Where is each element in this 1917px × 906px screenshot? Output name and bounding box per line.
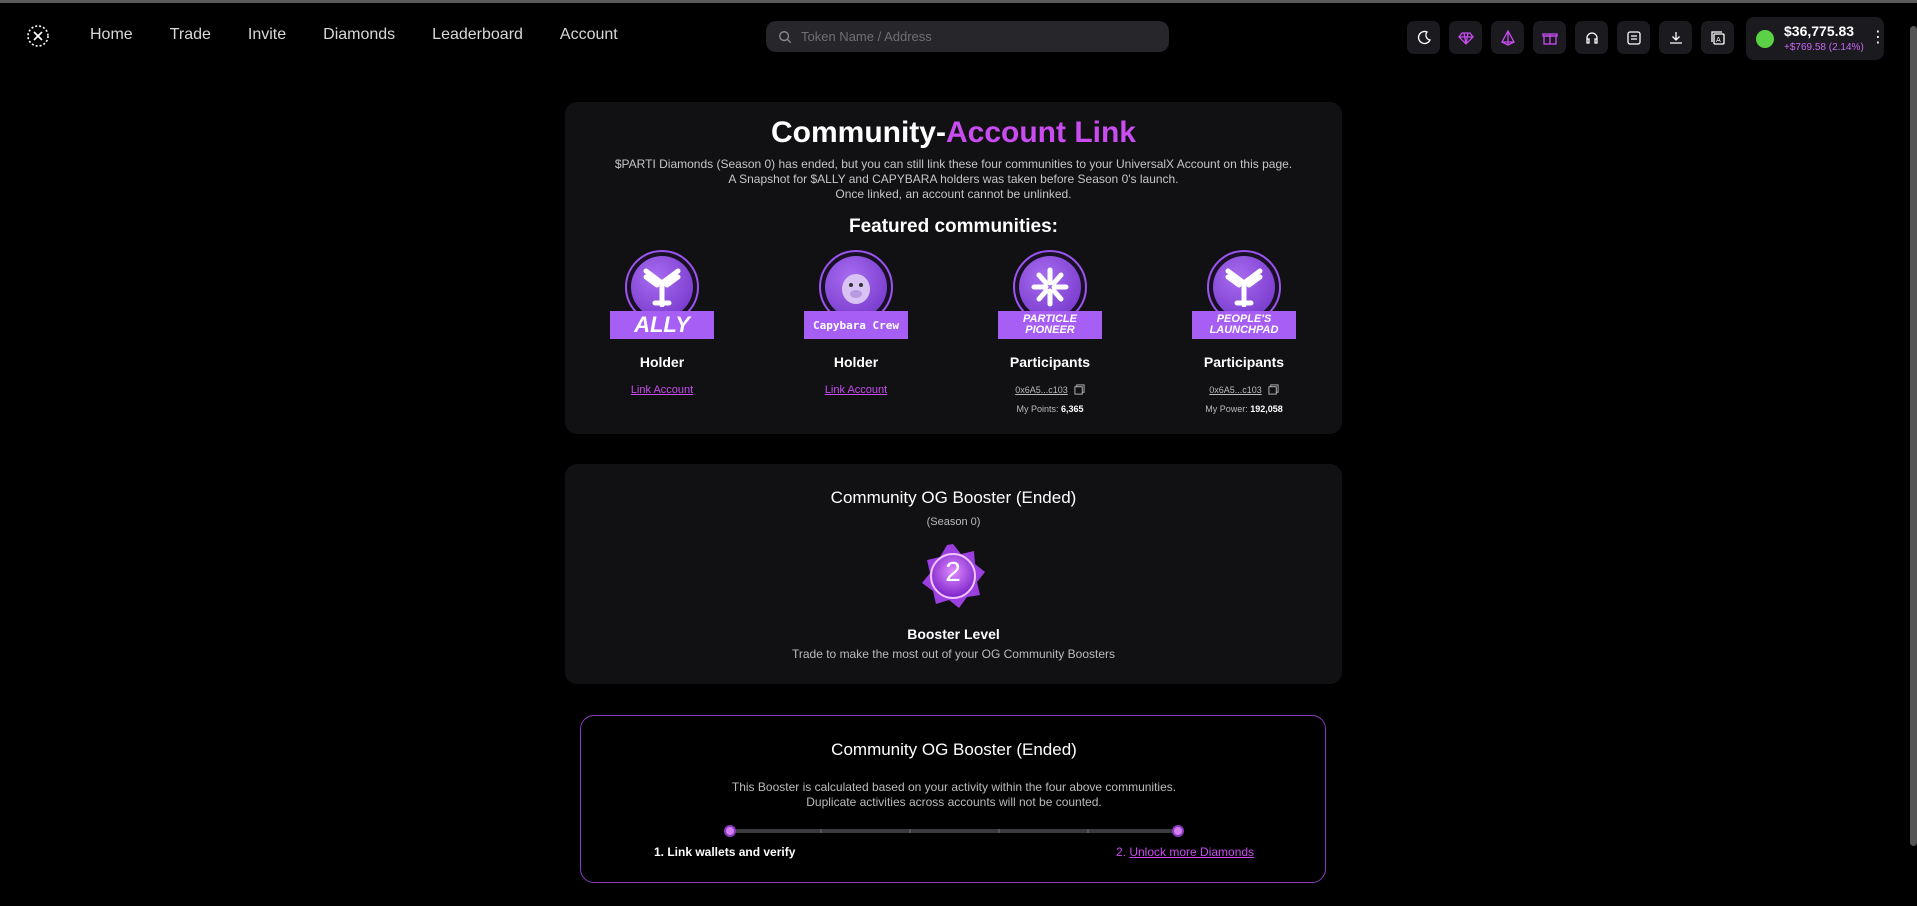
step-unlock-diamonds: 2. Unlock more Diamonds [1116, 845, 1254, 859]
booster-description: Trade to make the most out of your OG Co… [791, 647, 1115, 661]
desc-line: $PARTI Diamonds (Season 0) has ended, bu… [614, 157, 1293, 171]
desc-line: A Snapshot for $ALLY and CAPYBARA holder… [728, 172, 1179, 186]
community-role: Participants [1009, 354, 1091, 370]
link-account-button[interactable]: Link Account [607, 384, 717, 396]
community-capybara: Capybara Crew Holder Link Account [801, 250, 911, 396]
unlock-diamonds-link[interactable]: Unlock more Diamonds [1129, 845, 1254, 859]
header-icon-bar: A [1407, 21, 1734, 54]
booster-title: Community OG Booster (Ended) [830, 488, 1077, 507]
title-white-part: Community- [770, 116, 946, 149]
desc-line: Duplicate activities across accounts wil… [806, 795, 1102, 809]
main-nav: Home Trade Invite Diamonds Leaderboard A… [90, 25, 655, 45]
wallet-widget[interactable]: $36,775.83 +$769.58 (2.14%) ⋮ [1746, 17, 1886, 60]
ally-badge-icon: ALLY [607, 250, 717, 346]
points-value: 6,365 [1061, 404, 1084, 414]
step2-prefix: 2. [1116, 845, 1130, 859]
nav-trade[interactable]: Trade [170, 25, 211, 45]
title-purple-part: Account Link [945, 116, 1136, 149]
capybara-badge-icon: Capybara Crew [801, 250, 911, 346]
step-link-wallets: 1. Link wallets and verify [654, 845, 796, 859]
page-title: Community-Account Link [565, 116, 1342, 150]
wallet-change: +$769.58 (2.14%) [1784, 42, 1864, 53]
booster-level-card: Community OG Booster (Ended) (Season 0) … [565, 464, 1342, 684]
badge-banner: PEOPLE'S LAUNCHPAD [1192, 311, 1296, 339]
linked-address: 0x6A5...c103 [995, 384, 1105, 395]
badge-banner: ALLY [610, 311, 714, 339]
power-label: My Power: [1205, 404, 1248, 414]
points-display: My Points: 6,365 [995, 404, 1105, 414]
booster-level-label: Booster Level [907, 626, 1000, 642]
peoples-launchpad-badge-icon: PEOPLE'S LAUNCHPAD [1189, 250, 1299, 346]
universalx-logo-icon[interactable] [26, 24, 50, 48]
community-particle-pioneer: PARTICLE PIONEER Participants 0x6A5...c1… [995, 250, 1105, 414]
community-role: Participants [1203, 354, 1285, 370]
download-icon[interactable] [1659, 21, 1692, 54]
booster-info-description: This Booster is calculated based on your… [581, 780, 1327, 810]
community-role: Holder [639, 354, 685, 370]
points-label: My Points: [1016, 404, 1059, 414]
booster-season: (Season 0) [926, 516, 981, 528]
news-icon[interactable] [1617, 21, 1650, 54]
nav-account[interactable]: Account [560, 25, 618, 45]
more-menu-icon[interactable]: ⋮ [1870, 28, 1886, 48]
power-display: My Power: 192,058 [1189, 404, 1299, 414]
linked-address: 0x6A5...c103 [1189, 384, 1299, 395]
community-peoples-launchpad: PEOPLE'S LAUNCHPAD Participants 0x6A5...… [1189, 250, 1299, 414]
progress-end-knob [1172, 825, 1184, 837]
search-input[interactable] [801, 29, 1141, 44]
page-scrollbar[interactable] [1910, 26, 1917, 846]
wallet-address[interactable]: 0x6A5...c103 [1209, 385, 1262, 395]
wallet-address[interactable]: 0x6A5...c103 [1015, 385, 1068, 395]
moon-icon[interactable] [1407, 21, 1440, 54]
top-header: Home Trade Invite Diamonds Leaderboard A… [0, 3, 1917, 67]
community-link-card: Community-Account Link $PARTI Diamonds (… [565, 102, 1342, 434]
badge-banner: PARTICLE PIONEER [998, 311, 1102, 339]
diamond-icon[interactable] [1449, 21, 1482, 54]
desc-line: This Booster is calculated based on your… [731, 780, 1177, 794]
avatar [1756, 30, 1774, 48]
copy-icon[interactable] [1268, 384, 1279, 395]
desc-line: Once linked, an account cannot be unlink… [835, 187, 1072, 201]
link-account-button[interactable]: Link Account [801, 384, 911, 396]
headset-icon[interactable] [1575, 21, 1608, 54]
nav-invite[interactable]: Invite [248, 25, 286, 45]
nav-leaderboard[interactable]: Leaderboard [432, 25, 523, 45]
search-icon [779, 30, 792, 43]
particle-pioneer-badge-icon: PARTICLE PIONEER [995, 250, 1105, 346]
prism-icon[interactable] [1491, 21, 1524, 54]
featured-communities-heading: Featured communities: [848, 216, 1059, 237]
translate-icon[interactable]: A [1701, 21, 1734, 54]
gift-icon[interactable] [1533, 21, 1566, 54]
nav-diamonds[interactable]: Diamonds [323, 25, 395, 45]
progress-track [724, 825, 1184, 837]
community-role: Holder [833, 354, 879, 370]
svg-text:A: A [1716, 36, 1721, 44]
search-bar [766, 21, 1169, 52]
power-value: 192,058 [1250, 404, 1283, 414]
wallet-balance: $36,775.83 [1784, 23, 1855, 39]
badge-banner: Capybara Crew [804, 311, 908, 339]
progress-start-knob [724, 825, 736, 837]
booster-info-card: Community OG Booster (Ended) This Booste… [580, 715, 1326, 883]
copy-icon[interactable] [1074, 384, 1085, 395]
community-ally: ALLY Holder Link Account [607, 250, 717, 396]
link-description: $PARTI Diamonds (Season 0) has ended, bu… [565, 157, 1342, 202]
booster-level-value: 2 [945, 556, 961, 587]
booster-info-title: Community OG Booster (Ended) [831, 740, 1077, 759]
nav-home[interactable]: Home [90, 25, 133, 45]
